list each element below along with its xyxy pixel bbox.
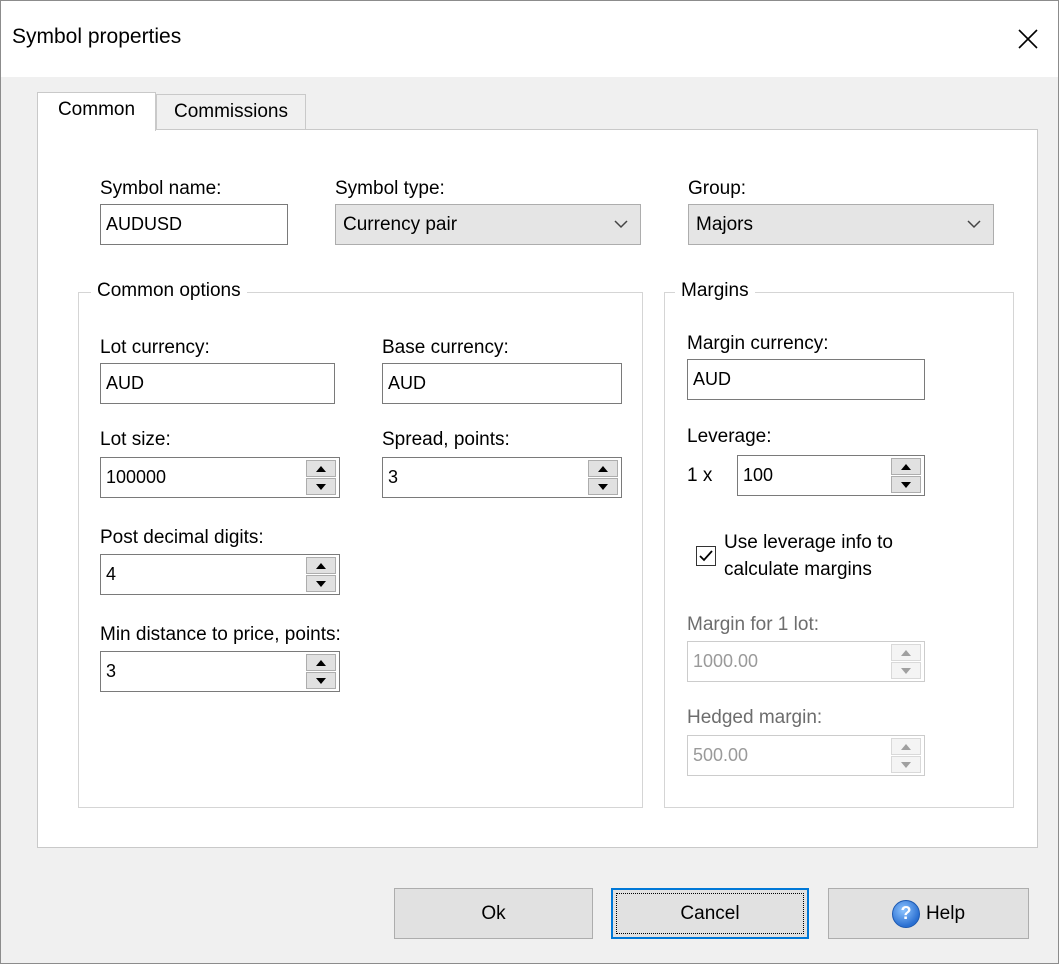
hedged-margin-stepper: 500.00 [687,735,925,776]
tab-common[interactable]: Common [37,92,156,131]
ok-button[interactable]: Ok [394,888,593,939]
group-select[interactable]: Majors [688,204,994,245]
lot-size-decrement[interactable] [306,478,336,495]
tab-commissions[interactable]: Commissions [156,94,306,130]
arrow-up-icon [598,465,608,472]
chevron-down-icon [614,220,628,229]
arrow-down-icon [901,481,911,488]
symbol-name-input[interactable]: AUDUSD [100,204,288,245]
lot-size-stepper[interactable]: 100000 [100,457,340,498]
checkmark-icon [699,550,713,562]
lot-size-value: 100000 [106,467,167,487]
post-decimal-label: Post decimal digits: [100,527,264,548]
base-currency-label: Base currency: [382,337,509,358]
cancel-button[interactable]: Cancel [611,888,809,939]
symbol-type-select[interactable]: Currency pair [335,204,641,245]
arrow-down-icon [901,667,911,674]
min-distance-stepper[interactable]: 3 [100,651,340,692]
margins-legend: Margins [675,280,755,302]
leverage-prefix: 1 x [687,465,713,486]
margins-group: Margins Margin currency: AUD Leverage: 1… [664,280,1014,808]
hedged-margin-decrement [891,756,921,773]
use-leverage-label-line2: calculate margins [724,559,872,580]
symbol-type-label: Symbol type: [335,178,445,199]
use-leverage-label[interactable]: Use leverage info to calculate margins [724,529,893,583]
tab-commissions-label: Commissions [173,101,289,122]
symbol-properties-dialog: Symbol properties Common Commissions Sym… [0,0,1059,964]
leverage-increment[interactable] [891,458,921,475]
lot-size-label: Lot size: [100,429,171,450]
symbol-type-value: Currency pair [343,214,458,235]
lot-currency-label: Lot currency: [100,337,210,358]
arrow-down-icon [316,580,326,587]
spread-label: Spread, points: [382,429,510,450]
arrow-up-icon [901,649,911,656]
spread-decrement[interactable] [588,478,618,495]
spread-increment[interactable] [588,460,618,477]
help-button[interactable]: ? Help [828,888,1029,939]
margin-currency-input[interactable]: AUD [687,359,925,400]
arrow-up-icon [316,659,326,666]
arrow-up-icon [316,465,326,472]
help-button-label: Help [925,902,966,924]
arrow-down-icon [316,483,326,490]
symbol-name-label: Symbol name: [100,178,222,199]
leverage-value: 100 [743,465,774,485]
leverage-decrement[interactable] [891,476,921,493]
hedged-margin-label: Hedged margin: [687,707,823,728]
help-icon: ? [891,899,920,928]
leverage-label: Leverage: [687,426,772,447]
post-decimal-decrement[interactable] [306,575,336,592]
window-title: Symbol properties [12,25,182,48]
lot-currency-input[interactable]: AUD [100,363,335,404]
common-options-legend: Common options [91,280,247,302]
hedged-margin-value: 500.00 [693,745,749,765]
chevron-down-icon [967,220,981,229]
base-currency-input[interactable]: AUD [382,363,622,404]
arrow-down-icon [598,483,608,490]
margin-per-lot-increment [891,644,921,661]
margin-per-lot-value: 1000.00 [693,651,759,671]
margin-per-lot-label: Margin for 1 lot: [687,614,819,635]
min-distance-value: 3 [106,661,117,681]
arrow-up-icon [901,463,911,470]
spread-stepper[interactable]: 3 [382,457,622,498]
min-distance-label: Min distance to price, points: [100,624,341,645]
tab-panel-common: Symbol name: AUDUSD Symbol type: Currenc… [37,129,1038,848]
post-decimal-value: 4 [106,564,117,584]
lot-size-increment[interactable] [306,460,336,477]
cancel-button-label: Cancel [680,902,740,924]
margin-per-lot-decrement [891,662,921,679]
min-distance-increment[interactable] [306,654,336,671]
post-decimal-increment[interactable] [306,557,336,574]
group-value: Majors [696,214,754,235]
close-icon [1018,29,1038,49]
use-leverage-checkbox[interactable] [696,546,716,566]
group-label: Group: [688,178,747,199]
margin-currency-label: Margin currency: [687,333,829,354]
arrow-down-icon [901,761,911,768]
margin-per-lot-stepper: 1000.00 [687,641,925,682]
title-bar: Symbol properties [1,1,1058,77]
ok-button-label: Ok [481,902,506,924]
close-button[interactable] [998,1,1058,77]
arrow-down-icon [316,677,326,684]
spread-value: 3 [388,467,399,487]
post-decimal-stepper[interactable]: 4 [100,554,340,595]
arrow-up-icon [316,562,326,569]
common-options-group: Common options Lot currency: AUD Base cu… [78,280,643,808]
use-leverage-label-line1: Use leverage info to [724,532,893,553]
min-distance-decrement[interactable] [306,672,336,689]
leverage-stepper[interactable]: 100 [737,455,925,496]
arrow-up-icon [901,743,911,750]
tab-common-label: Common [57,99,136,120]
hedged-margin-increment [891,738,921,755]
